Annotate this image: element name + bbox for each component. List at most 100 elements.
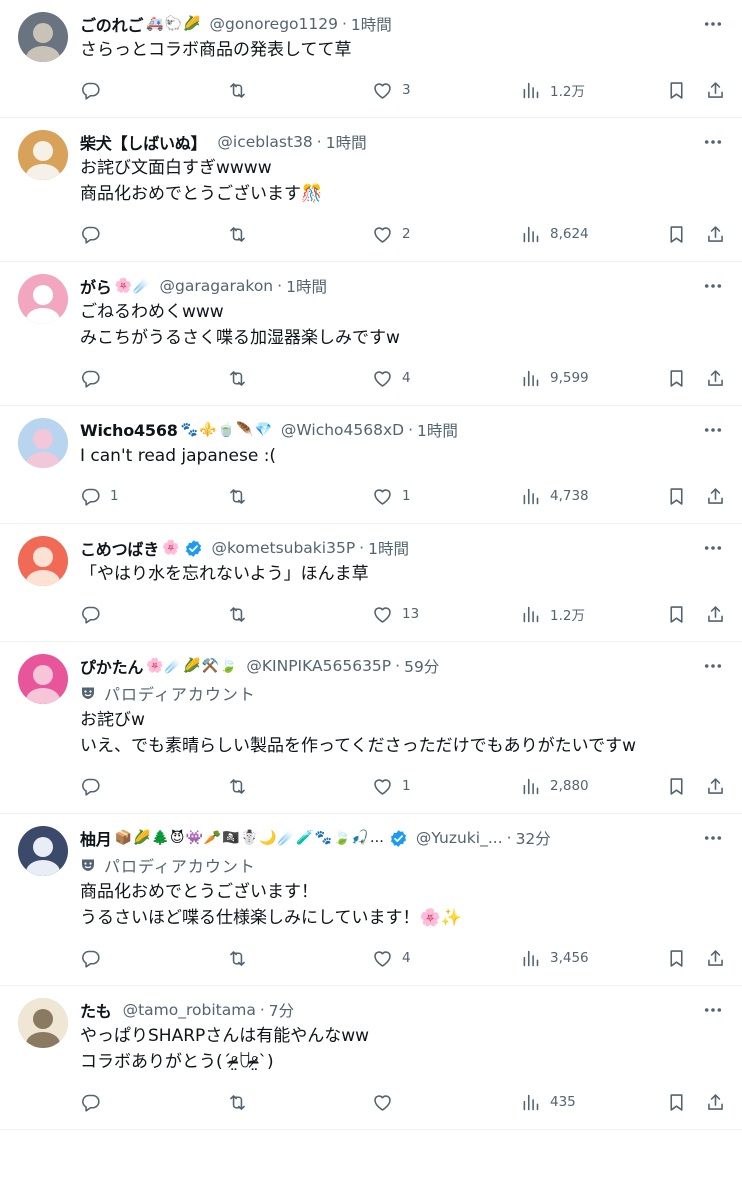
avatar[interactable]	[18, 12, 68, 62]
like-button[interactable]: 1	[372, 486, 411, 507]
avatar[interactable]	[18, 536, 68, 586]
user-handle[interactable]: @kometsubaki35P	[211, 539, 355, 557]
timestamp[interactable]: 32分	[516, 827, 551, 849]
views-button[interactable]: 2,880	[520, 776, 589, 797]
views-button[interactable]: 4,738	[520, 486, 589, 507]
share-button[interactable]	[705, 948, 726, 969]
more-options-button[interactable]	[702, 828, 724, 848]
retweet-button[interactable]	[227, 604, 257, 625]
tweet[interactable]: こめつばき 🌸 @kometsubaki35P · 1時間 「やはり水を忘れない…	[0, 524, 742, 642]
avatar[interactable]	[18, 654, 68, 704]
views-button[interactable]: 1.2万	[520, 604, 585, 625]
retweet-button[interactable]	[227, 776, 257, 797]
retweet-button[interactable]	[227, 486, 257, 507]
retweet-button[interactable]	[227, 80, 257, 101]
display-name[interactable]: こめつばき	[80, 536, 159, 560]
tweet[interactable]: Wicho4568 🐾⚜️🍵🪶💎 @Wicho4568xD · 1時間 I ca…	[0, 406, 742, 524]
user-handle[interactable]: @KINPIKA565635P	[246, 657, 391, 675]
like-button[interactable]: 4	[372, 368, 411, 389]
share-button[interactable]	[705, 80, 726, 101]
retweet-button[interactable]	[227, 948, 257, 969]
share-button[interactable]	[705, 604, 726, 625]
views-button[interactable]: 435	[520, 1092, 576, 1113]
retweet-icon	[230, 370, 245, 386]
more-options-button[interactable]	[702, 656, 724, 676]
like-button[interactable]: 1	[372, 776, 411, 797]
share-button[interactable]	[705, 224, 726, 245]
bookmark-button[interactable]	[666, 368, 687, 389]
reply-button[interactable]	[80, 224, 110, 245]
tweet[interactable]: ぴかたん 🌸☄️🌽⚒️🍃 @KINPIKA565635P · 59分 パロディア…	[0, 642, 742, 814]
tweet[interactable]: たも @tamo_robitama · 7分 やっぱりSHARPさんは有能やんな…	[0, 986, 742, 1130]
display-name[interactable]: ぴかたん	[80, 654, 143, 678]
timestamp[interactable]: 59分	[404, 655, 439, 677]
avatar[interactable]	[18, 130, 68, 180]
bookmark-button[interactable]	[666, 1092, 687, 1113]
reply-button[interactable]	[80, 80, 110, 101]
share-button[interactable]	[705, 1092, 726, 1113]
bookmark-button[interactable]	[666, 486, 687, 507]
display-name[interactable]: がら	[80, 274, 112, 298]
user-handle[interactable]: @Yuzuki_...	[416, 829, 503, 847]
views-button[interactable]: 3,456	[520, 948, 589, 969]
user-handle[interactable]: @tamo_robitama	[123, 1001, 256, 1019]
reply-button[interactable]	[80, 948, 110, 969]
like-button[interactable]	[372, 1092, 402, 1113]
parody-label-text: パロディアカウント	[104, 857, 256, 876]
like-button[interactable]: 3	[372, 80, 411, 101]
share-button[interactable]	[705, 776, 726, 797]
display-name[interactable]: 柴犬【しばいぬ】	[80, 130, 207, 154]
tweet-text: 「やはり水を忘れないよう」ほんま草	[80, 564, 369, 584]
bookmark-button[interactable]	[666, 776, 687, 797]
timestamp[interactable]: 1時間	[417, 419, 458, 441]
avatar[interactable]	[18, 274, 68, 324]
display-name[interactable]: ごのれご	[80, 12, 143, 36]
avatar[interactable]	[18, 998, 68, 1048]
more-options-button[interactable]	[702, 132, 724, 152]
share-button[interactable]	[705, 486, 726, 507]
display-name[interactable]: Wicho4568	[80, 421, 178, 440]
reply-button[interactable]	[80, 776, 110, 797]
views-button[interactable]: 1.2万	[520, 80, 585, 101]
user-handle[interactable]: @iceblast38	[217, 133, 312, 151]
retweet-button[interactable]	[227, 224, 257, 245]
timestamp[interactable]: 1時間	[286, 275, 327, 297]
avatar[interactable]	[18, 418, 68, 468]
display-name[interactable]: 柚月	[80, 826, 112, 850]
reply-button[interactable]	[80, 368, 110, 389]
tweet[interactable]: がら 🌸☄️ @garagarakon · 1時間 ごねるわめくwww みこちが…	[0, 262, 742, 406]
tweet[interactable]: 柚月 📦🌽🌲😈👾🥕🏴‍☠️☃️🌙☄️🧪🐾🍃🎣… @Yuzuki_... · 32…	[0, 814, 742, 986]
avatar[interactable]	[18, 826, 68, 876]
bookmark-button[interactable]	[666, 948, 687, 969]
user-handle[interactable]: @gonorego1129	[210, 15, 338, 33]
bookmark-button[interactable]	[666, 224, 687, 245]
share-button[interactable]	[705, 368, 726, 389]
more-options-button[interactable]	[702, 420, 724, 440]
timestamp[interactable]: 7分	[269, 999, 294, 1021]
timestamp[interactable]: 1時間	[368, 537, 409, 559]
views-button[interactable]: 8,624	[520, 224, 589, 245]
tweet[interactable]: 柴犬【しばいぬ】 @iceblast38 · 1時間 お詫び文面白すぎwwww …	[0, 118, 742, 262]
views-button[interactable]: 9,599	[520, 368, 589, 389]
more-options-button[interactable]	[702, 1000, 724, 1020]
like-button[interactable]: 13	[372, 604, 419, 625]
like-button[interactable]: 4	[372, 948, 411, 969]
user-handle[interactable]: @Wicho4568xD	[281, 421, 404, 439]
like-button[interactable]: 2	[372, 224, 411, 245]
retweet-button[interactable]	[227, 368, 257, 389]
more-options-button[interactable]	[702, 276, 724, 296]
retweet-button[interactable]	[227, 1092, 257, 1113]
reply-button[interactable]	[80, 604, 110, 625]
display-name[interactable]: たも	[80, 998, 112, 1022]
more-options-button[interactable]	[702, 538, 724, 558]
timestamp[interactable]: 1時間	[351, 13, 392, 35]
bookmark-button[interactable]	[666, 604, 687, 625]
more-options-button[interactable]	[702, 14, 724, 34]
bookmark-button[interactable]	[666, 80, 687, 101]
reply-button[interactable]: 1	[80, 486, 119, 507]
bookmark-icon	[670, 1093, 683, 1111]
user-handle[interactable]: @garagarakon	[159, 277, 273, 295]
timestamp[interactable]: 1時間	[326, 131, 367, 153]
tweet[interactable]: ごのれご 🚑🐑🌽 @gonorego1129 · 1時間 さらっとコラボ商品の発…	[0, 0, 742, 118]
reply-button[interactable]	[80, 1092, 110, 1113]
